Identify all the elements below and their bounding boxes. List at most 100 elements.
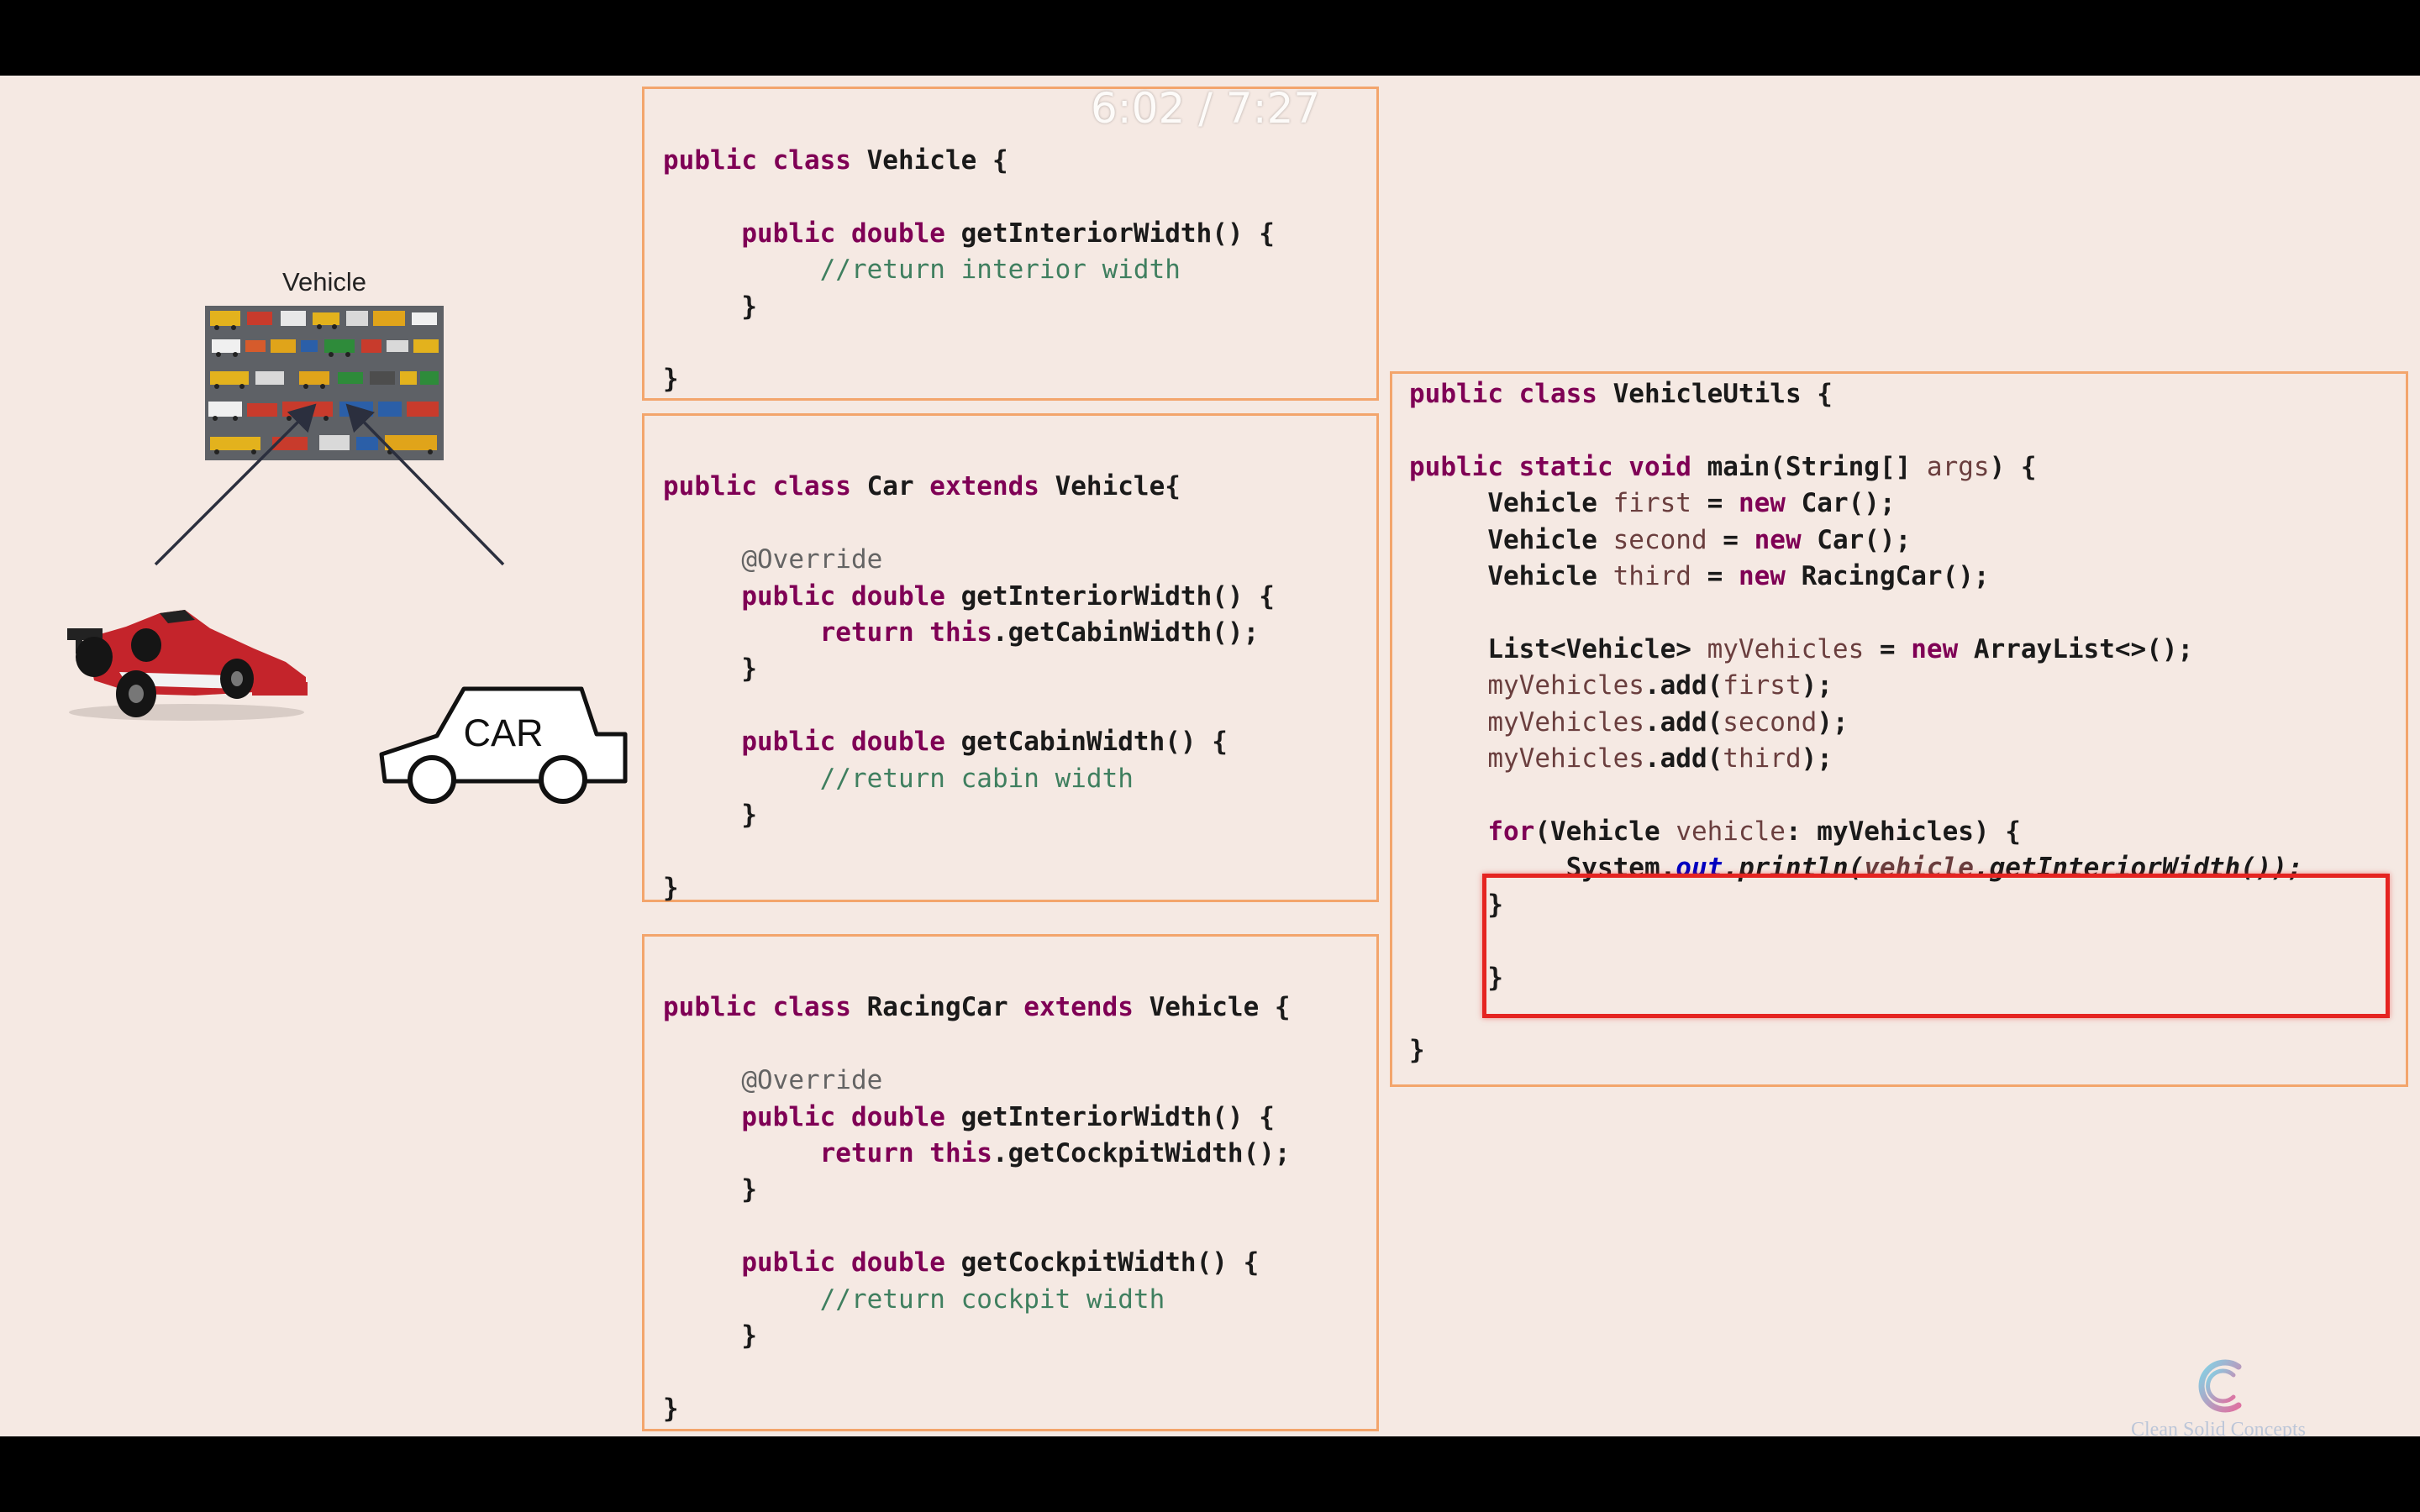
code-line: @Override [663, 544, 882, 575]
code-token: //return cockpit width [819, 1284, 1165, 1315]
code-token: } [663, 1320, 757, 1352]
code-token: .add( [1644, 743, 1723, 774]
code-token: .getCockpitWidth(); [992, 1138, 1291, 1169]
code-line: myVehicles.add(first); [1409, 670, 1833, 701]
car-class-code-box: public class Car extends Vehicle{ @Overr… [642, 413, 1379, 903]
code-token: public class [663, 992, 867, 1023]
code-token: getInteriorWidth() { [960, 580, 1275, 612]
code-token: VehicleUtils { [1612, 379, 1833, 409]
racing-car-class-code-box: public class RacingCar extends Vehicle {… [642, 934, 1379, 1431]
code-token: third [1723, 743, 1802, 774]
code-line: for(Vehicle vehicle: myVehicles) { [1409, 816, 2021, 847]
code-line: Vehicle third = new RacingCar(); [1409, 561, 1990, 592]
code-line: public class Car extends Vehicle{ [663, 471, 1181, 501]
code-line: } [663, 1320, 757, 1351]
code-line: @Override [663, 1065, 882, 1095]
logo-text: Clean Solid Concepts [2131, 1419, 2306, 1436]
code-line: public double getCabinWidth() { [663, 727, 1228, 757]
code-token: public class [663, 145, 867, 176]
code-line: } [663, 873, 679, 903]
car-class-code: public class Car extends Vehicle{ @Overr… [663, 433, 1275, 906]
racing-car-class-code: public class RacingCar extends Vehicle {… [663, 953, 1291, 1427]
logo-c-icon [2198, 1359, 2242, 1413]
code-token: : myVehicles) { [1785, 816, 2021, 847]
code-token: Vehicle { [866, 145, 1008, 176]
code-line: public double getCockpitWidth() { [663, 1247, 1259, 1278]
code-token: public class [663, 471, 867, 502]
code-token: Vehicle { [1149, 992, 1291, 1023]
code-token: } [663, 291, 757, 322]
code-token: } [1409, 1035, 1425, 1066]
slide: Vehicle CAR public class Vehicle {publi… [0, 76, 2420, 1436]
code-token: getCabinWidth() { [960, 727, 1228, 758]
code-token: ); [1817, 706, 1849, 738]
code-token: = [1707, 524, 1754, 555]
code-line: Vehicle first = new Car(); [1409, 488, 1896, 519]
code-token: } [663, 872, 679, 903]
for-loop-highlight-box [1482, 874, 2390, 1018]
code-token: (Vehicle [1534, 816, 1676, 847]
code-token: new [1738, 488, 1802, 519]
code-token: ); [1801, 670, 1833, 701]
code-token: public double [741, 1247, 961, 1278]
code-line: //return cockpit width [663, 1284, 1165, 1315]
code-line: List<Vehicle> myVehicles = new ArrayList… [1409, 634, 2193, 664]
code-line: } [1409, 1035, 1425, 1065]
code-line: public class RacingCar extends Vehicle { [663, 992, 1291, 1022]
code-line: public double getInteriorWidth() { [663, 581, 1275, 612]
code-token: extends [1023, 992, 1150, 1023]
code-token: vehicle [1676, 816, 1786, 847]
channel-logo: Clean Solid Concepts [2118, 1357, 2319, 1436]
code-token: first [1612, 488, 1691, 519]
code-token: Vehicle [1409, 561, 1613, 592]
code-token: new [1754, 524, 1818, 555]
code-line: } [663, 1174, 757, 1205]
code-line: myVehicles.add(third); [1409, 743, 1833, 774]
car-outline-image: CAR [379, 686, 628, 804]
code-line: //return cabin width [663, 764, 1134, 794]
code-token: ArrayList<>(); [1973, 633, 2194, 664]
code-token: public double [741, 727, 961, 758]
code-token: } [663, 800, 757, 831]
code-token: } [663, 1174, 757, 1205]
code-line: Vehicle second = new Car(); [1409, 525, 1911, 555]
code-token: public double [741, 218, 961, 249]
code-token: RacingCar(); [1801, 561, 1990, 592]
code-token: first [1723, 670, 1802, 701]
code-line: } [663, 654, 757, 684]
code-token: public class [1409, 379, 1613, 409]
code-line: } [663, 291, 757, 322]
code-token: myVehicles [1487, 743, 1644, 774]
code-line: myVehicles.add(second); [1409, 706, 1849, 738]
code-token: List<Vehicle> [1409, 633, 1707, 664]
code-token: for [1487, 816, 1535, 847]
code-token: main(String[] [1707, 451, 1927, 482]
vehicle-class-code: public class Vehicle { public double get… [663, 143, 1275, 398]
code-token: Vehicle [1409, 488, 1613, 519]
code-token: = [1691, 561, 1739, 592]
code-line: public class Vehicle { [663, 145, 1008, 176]
code-line: } [663, 364, 679, 394]
code-line: public double getInteriorWidth() { [663, 1102, 1275, 1132]
code-token: public double [741, 1101, 961, 1132]
code-line: public class VehicleUtils { [1409, 379, 1833, 409]
code-token: new [1911, 633, 1974, 664]
code-token: @Override [741, 1065, 883, 1096]
code-token: second [1612, 524, 1707, 555]
code-token: getInteriorWidth() { [960, 218, 1275, 249]
racing-car-arrow [154, 403, 317, 566]
code-token: myVehicles [1487, 670, 1644, 701]
code-line: return this.getCockpitWidth(); [663, 1138, 1291, 1168]
code-token: Car(); [1801, 488, 1896, 519]
code-token: .getCabinWidth(); [992, 617, 1260, 648]
code-token: args [1926, 451, 1990, 482]
